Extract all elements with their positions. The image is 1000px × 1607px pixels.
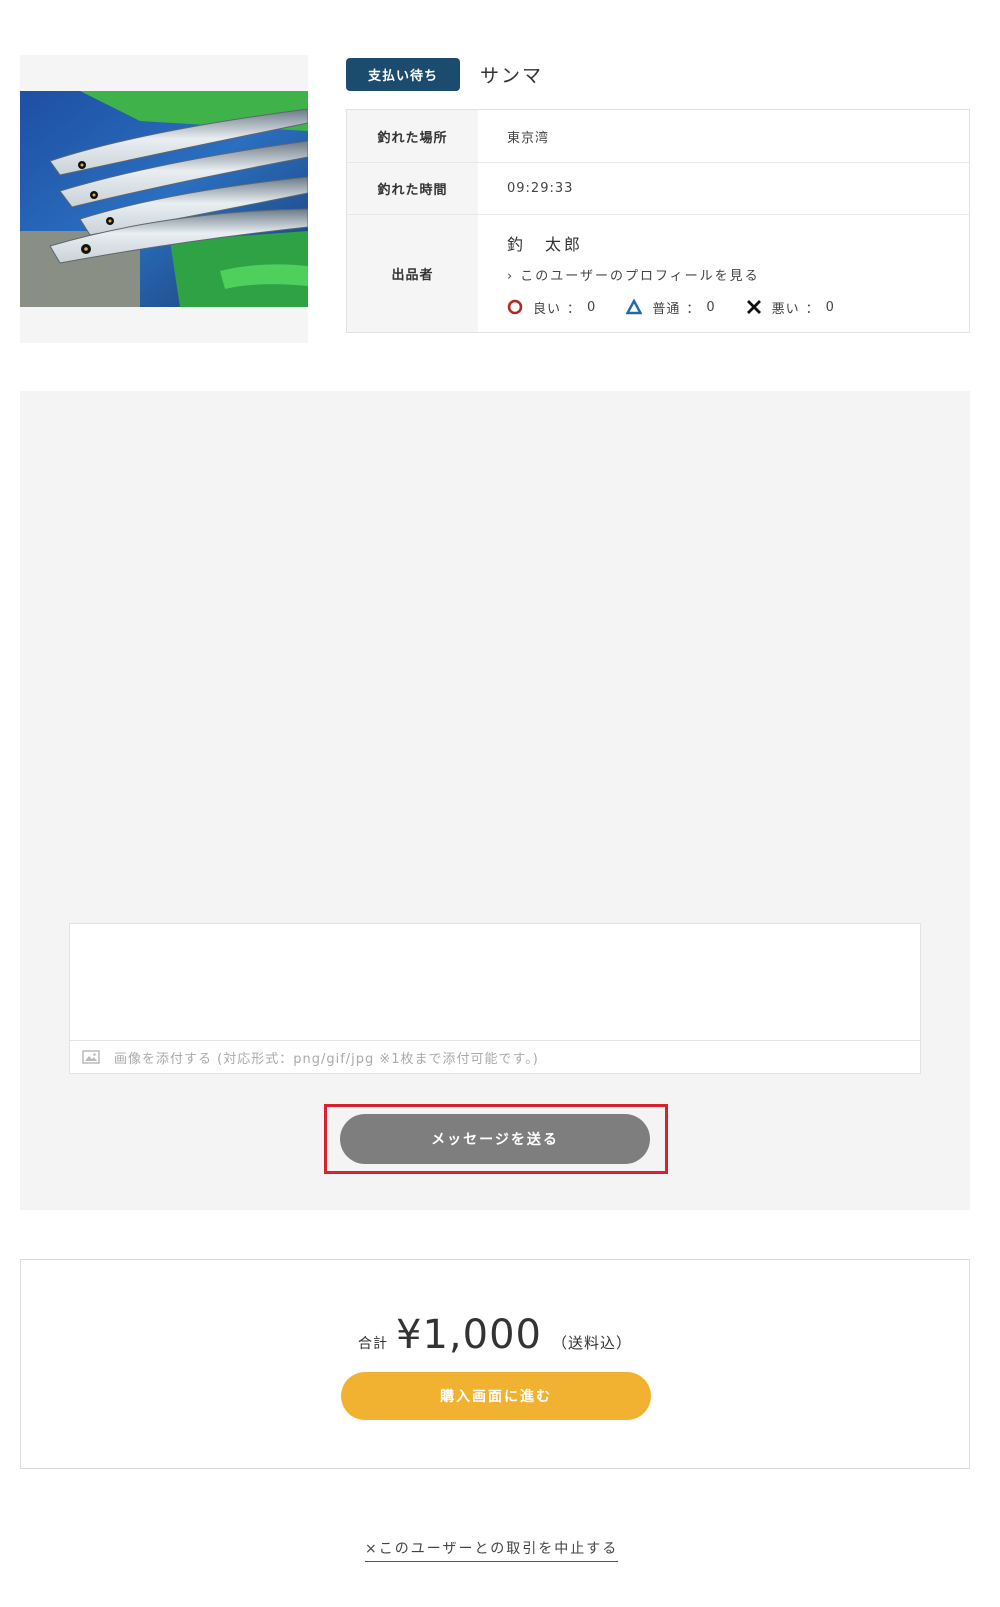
total-line: 合計 ¥1,000 （送料込） — [21, 1312, 969, 1358]
attach-image-label: 画像を添付する (対応形式：png/gif/jpg ※1枚まで添付可能です。) — [114, 1051, 539, 1067]
status-badge: 支払い待ち — [346, 58, 460, 91]
circle-icon — [507, 299, 523, 315]
rating-good-label: 良い — [533, 301, 562, 317]
seller-info: 釣 太郎 › このユーザーのプロフィールを見る 良い ： 0 普通 ： 0 悪い ： 0 — [478, 215, 969, 332]
seller-label: 出品者 — [347, 215, 478, 332]
rating-normal-label: 普通 — [652, 301, 681, 317]
seller-name: 釣 太郎 — [507, 234, 584, 254]
cancel-transaction-link[interactable]: ×このユーザーとの取引を中止する — [365, 1538, 619, 1562]
total-box: 合計 ¥1,000 （送料込） 購入画面に進む — [20, 1259, 970, 1469]
time-label: 釣れた時間 — [347, 163, 478, 214]
rating-good-count: 0 — [587, 299, 597, 315]
product-image-frame — [20, 55, 308, 343]
time-value: 09:29:33 — [507, 181, 574, 196]
rating-normal-colon: ： — [686, 301, 701, 317]
location-value: 東京湾 — [507, 130, 550, 146]
send-message-button[interactable]: メッセージを送る — [340, 1114, 650, 1164]
chevron-right-icon: › — [507, 268, 515, 284]
seller-ratings: 良い ： 0 普通 ： 0 悪い ： 0 — [507, 298, 969, 317]
total-note: （送料込） — [551, 1334, 632, 1352]
image-icon — [82, 1050, 100, 1064]
rating-normal: 普通 ： 0 — [626, 298, 715, 317]
rating-normal-count: 0 — [706, 299, 716, 315]
total-label: 合計 — [358, 1336, 388, 1352]
rating-bad-colon: ： — [805, 301, 820, 317]
rating-good: 良い ： 0 — [507, 298, 596, 317]
product-photo — [20, 91, 308, 307]
rating-bad-count: 0 — [825, 299, 835, 315]
rating-bad: 悪い ： 0 — [746, 298, 835, 317]
total-amount: ¥1,000 — [396, 1312, 542, 1358]
message-panel: 画像を添付する (対応形式：png/gif/jpg ※1枚まで添付可能です。) … — [20, 391, 970, 1210]
time-row: 釣れた時間 09:29:33 — [347, 162, 969, 214]
rating-good-colon: ： — [567, 301, 582, 317]
location-row: 釣れた場所 東京湾 — [347, 110, 969, 162]
seller-row: 出品者 釣 太郎 › このユーザーのプロフィールを見る 良い ： 0 普通 ： 0 悪い ：… — [347, 214, 969, 332]
attach-image-button[interactable]: 画像を添付する (対応形式：png/gif/jpg ※1枚まで添付可能です。) — [69, 1040, 921, 1074]
view-profile-link[interactable]: › このユーザーのプロフィールを見る — [507, 265, 969, 284]
location-label: 釣れた場所 — [347, 110, 478, 162]
item-title: サンマ — [480, 65, 544, 87]
item-info-table: 釣れた場所 東京湾 釣れた時間 09:29:33 出品者 釣 太郎 › このユーザ… — [346, 109, 970, 333]
proceed-to-purchase-button[interactable]: 購入画面に進む — [341, 1372, 651, 1420]
message-textarea[interactable] — [69, 923, 921, 1041]
view-profile-label: このユーザーのプロフィールを見る — [520, 268, 760, 284]
triangle-icon — [626, 299, 643, 315]
rating-bad-label: 悪い — [771, 301, 800, 317]
cross-icon — [746, 300, 761, 314]
